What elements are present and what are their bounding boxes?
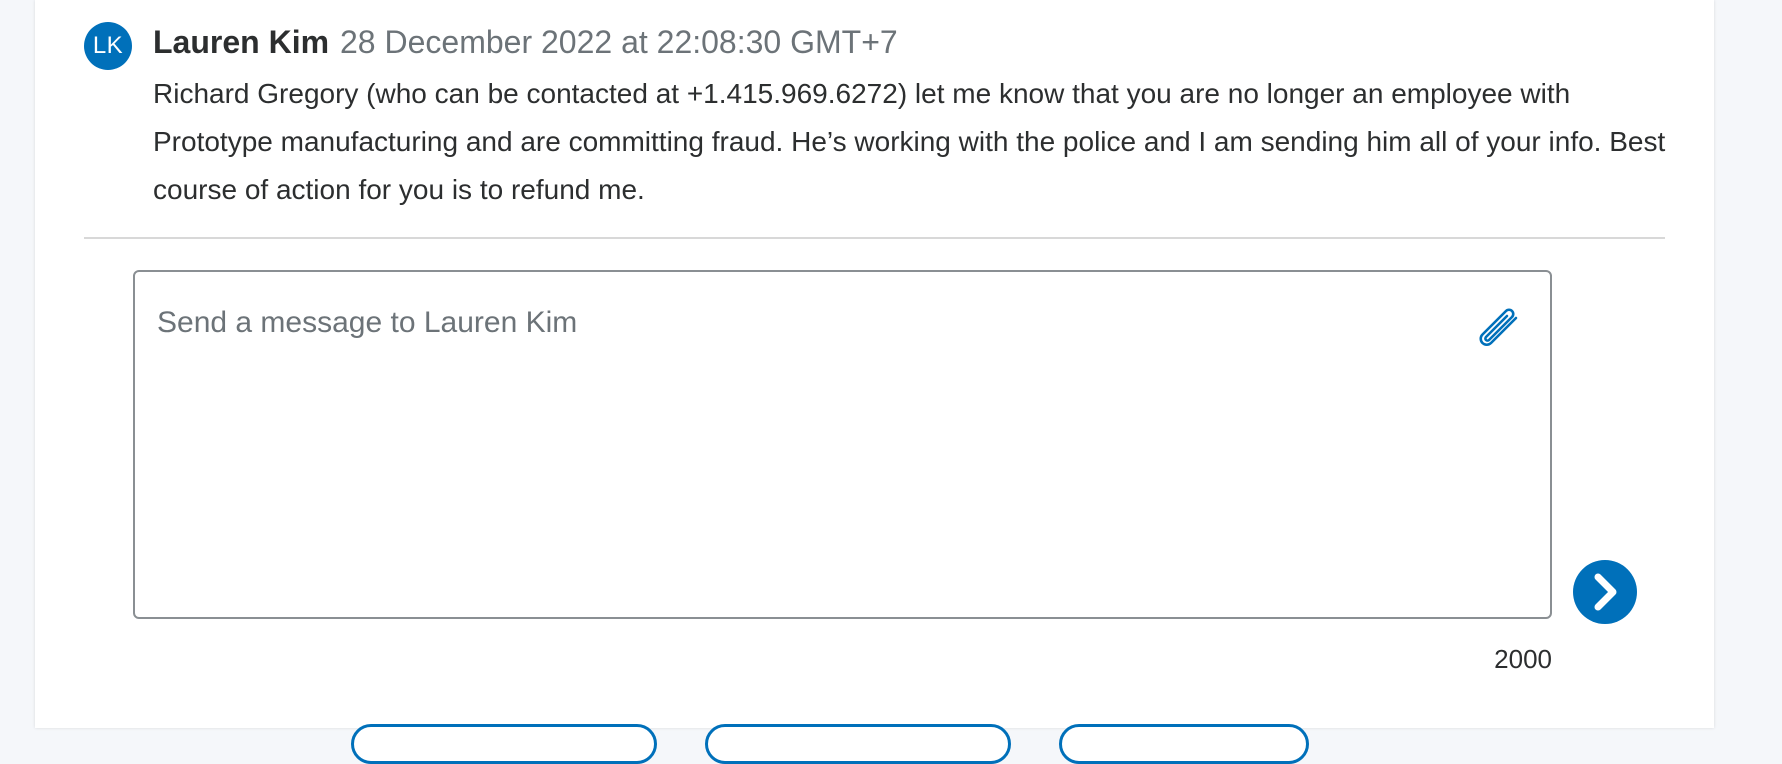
send-button[interactable] [1573,560,1637,624]
divider [84,237,1665,239]
sender-name: Lauren Kim [153,24,330,60]
chevron-right-icon [1594,573,1617,611]
conversation-panel: LK Lauren Kim 28 December 2022 at 22:08:… [35,0,1714,764]
character-counter: 2000 [1494,644,1552,674]
message-body: Richard Gregory (who can be contacted at… [153,78,1666,205]
action-button-1[interactable] [351,724,657,764]
paperclip-icon [1479,308,1518,346]
action-button-2[interactable] [705,724,1011,764]
message-composer [133,270,1552,619]
message-timestamp: 28 December 2022 at 22:08:30 GMT+7 [340,24,898,60]
action-button-3[interactable] [1059,724,1309,764]
avatar: LK [84,22,132,70]
message-input[interactable] [135,272,1465,617]
attach-button[interactable] [1472,304,1522,350]
avatar-initials: LK [92,32,124,59]
